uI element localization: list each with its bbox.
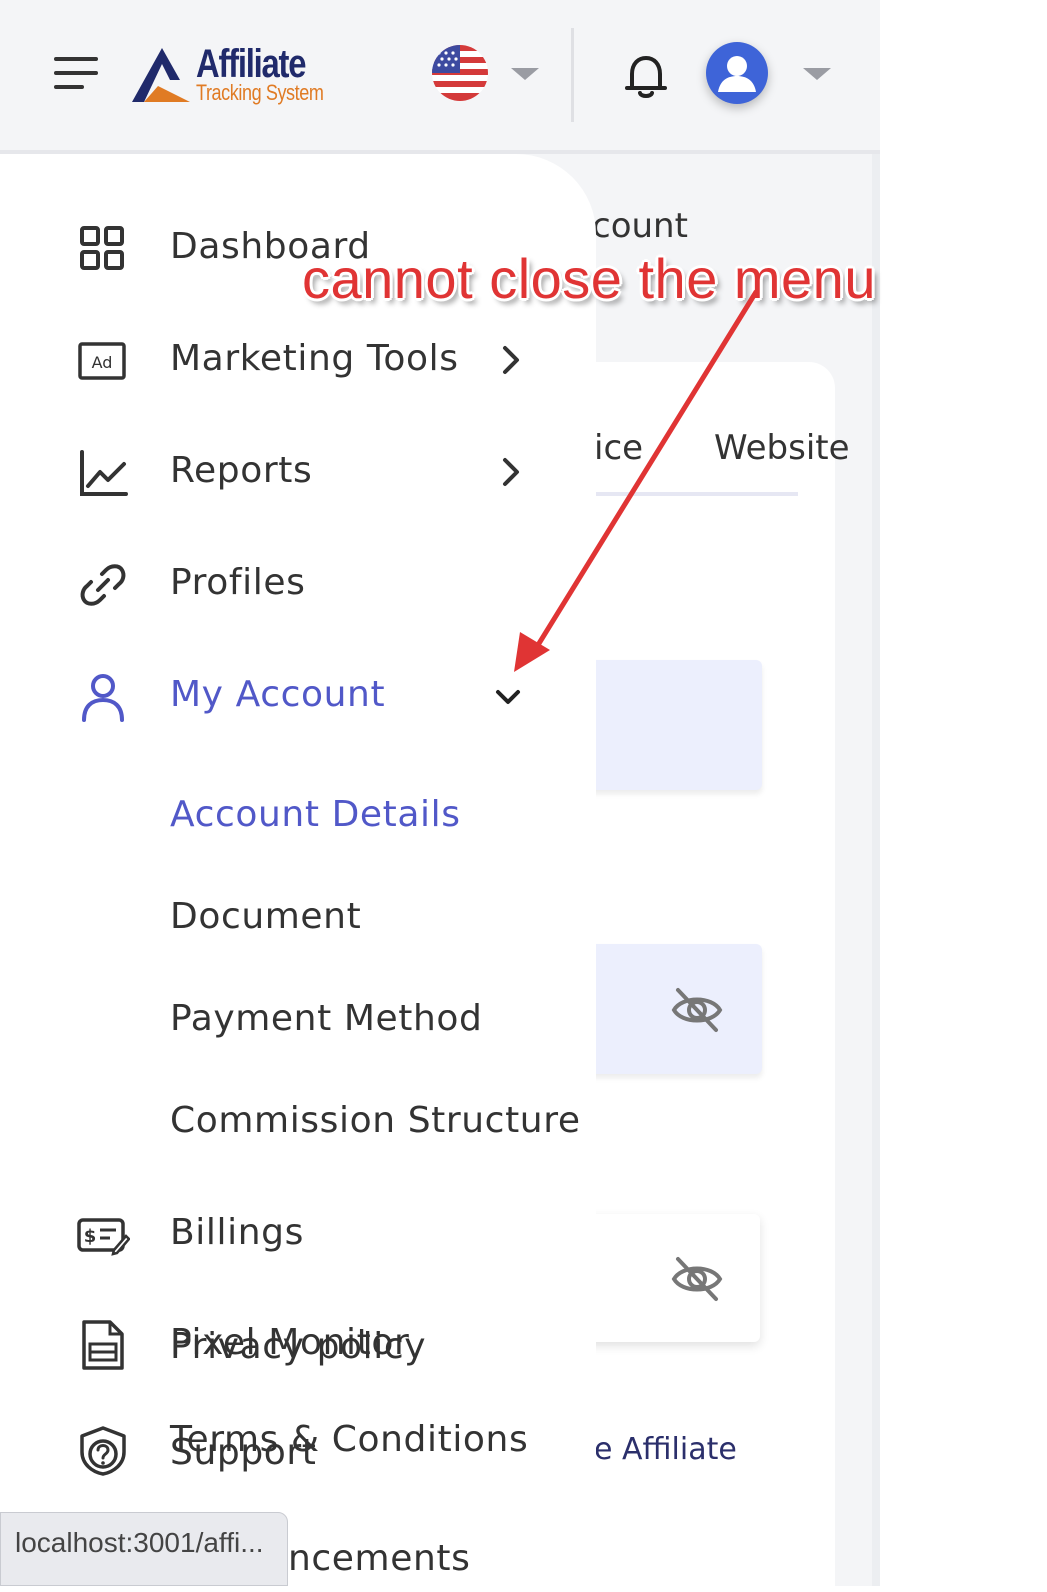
logo-mark-icon: [132, 48, 190, 102]
page-heading-fragment: count: [592, 206, 688, 246]
hamburger-menu-icon[interactable]: [54, 55, 98, 93]
line-chart-icon: [80, 450, 128, 496]
sidebar-item-label: Reports: [170, 450, 313, 491]
svg-text:Ad: Ad: [92, 353, 113, 372]
sidebar-item-label: Profiles: [170, 562, 306, 603]
browser-status-url: localhost:3001/affi...: [0, 1512, 288, 1586]
sidebar-item-billings[interactable]: $ Billings: [76, 1204, 546, 1264]
sidebar-item-my-account[interactable]: My Account: [76, 666, 546, 726]
shield-question-icon: [80, 1426, 126, 1476]
submenu-commission-structure[interactable]: Commission Structure: [170, 1100, 581, 1150]
sidebar-item-cutoff[interactable]: ncements: [288, 1538, 470, 1579]
sidebar-item-label: My Account: [170, 674, 386, 715]
submenu-document[interactable]: Document: [170, 896, 361, 946]
sidebar-item-label: Marketing Tools: [170, 338, 459, 379]
chevron-down-icon[interactable]: [492, 680, 524, 716]
header-divider: [571, 28, 574, 122]
submenu-account-details[interactable]: Account Details: [170, 794, 461, 844]
user-icon: [82, 674, 124, 722]
ad-icon: Ad: [78, 342, 126, 380]
us-flag-icon[interactable]: [432, 45, 488, 101]
sidebar-item-support[interactable]: Terms & Conditions Support: [76, 1419, 546, 1480]
notification-bell-icon[interactable]: [622, 50, 670, 100]
user-avatar-icon[interactable]: [706, 42, 768, 104]
page-edge: [872, 154, 880, 1586]
logo-subtitle: Tracking System: [196, 80, 324, 105]
eye-slash-icon[interactable]: [670, 1255, 724, 1303]
page-bottom-fragment: e Affiliate: [594, 1432, 737, 1467]
top-header: Affiliate Tracking System: [0, 0, 880, 154]
annotation-arrow: [514, 289, 759, 672]
sidebar-item-reports[interactable]: Reports: [76, 442, 546, 502]
eye-slash-icon[interactable]: [670, 986, 724, 1034]
submenu-payment-method[interactable]: Payment Method: [170, 998, 482, 1048]
sidebar-item-marketing-tools[interactable]: Ad Marketing Tools: [76, 330, 546, 390]
dashboard-grid-icon: [80, 226, 124, 270]
link-icon: [80, 564, 126, 606]
sidebar-item-profiles[interactable]: Profiles: [76, 554, 546, 614]
user-dropdown-caret-icon[interactable]: [803, 68, 831, 80]
sidebar-item-pixel-monitor[interactable]: Pixel Monitor Privacy policy: [76, 1314, 546, 1374]
svg-text:$: $: [84, 1226, 97, 1247]
sidebar-item-label-overlap: Support: [170, 1432, 317, 1473]
logo[interactable]: Affiliate Tracking System: [130, 40, 330, 108]
billing-icon: $: [77, 1218, 130, 1256]
language-dropdown-caret-icon[interactable]: [511, 68, 539, 80]
sidebar-item-label: Billings: [170, 1212, 304, 1253]
document-icon: [82, 1320, 124, 1370]
sidebar-item-label-overlap: Privacy policy: [170, 1326, 427, 1367]
